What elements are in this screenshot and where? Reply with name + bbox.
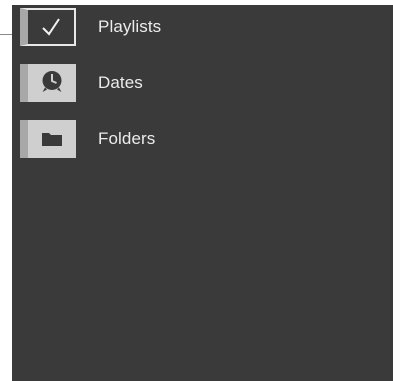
dates-icon-tile — [20, 64, 76, 102]
category-menu-panel: Playlists Dates Folders — [12, 5, 393, 381]
menu-item-folders[interactable]: Folders — [12, 117, 393, 161]
menu-item-dates[interactable]: Dates — [12, 61, 393, 105]
menu-item-playlists[interactable]: Playlists — [12, 5, 393, 49]
app-screen: Playlists Dates Folders — [0, 0, 393, 381]
menu-item-label: Folders — [98, 129, 156, 148]
checkmark-icon — [42, 18, 60, 36]
clock-icon — [42, 71, 62, 92]
folders-icon-tile — [20, 120, 76, 158]
menu-item-label: Playlists — [98, 17, 162, 36]
menu-item-label: Dates — [98, 73, 143, 92]
playlists-icon-tile — [20, 8, 76, 46]
folder-icon — [42, 133, 62, 146]
